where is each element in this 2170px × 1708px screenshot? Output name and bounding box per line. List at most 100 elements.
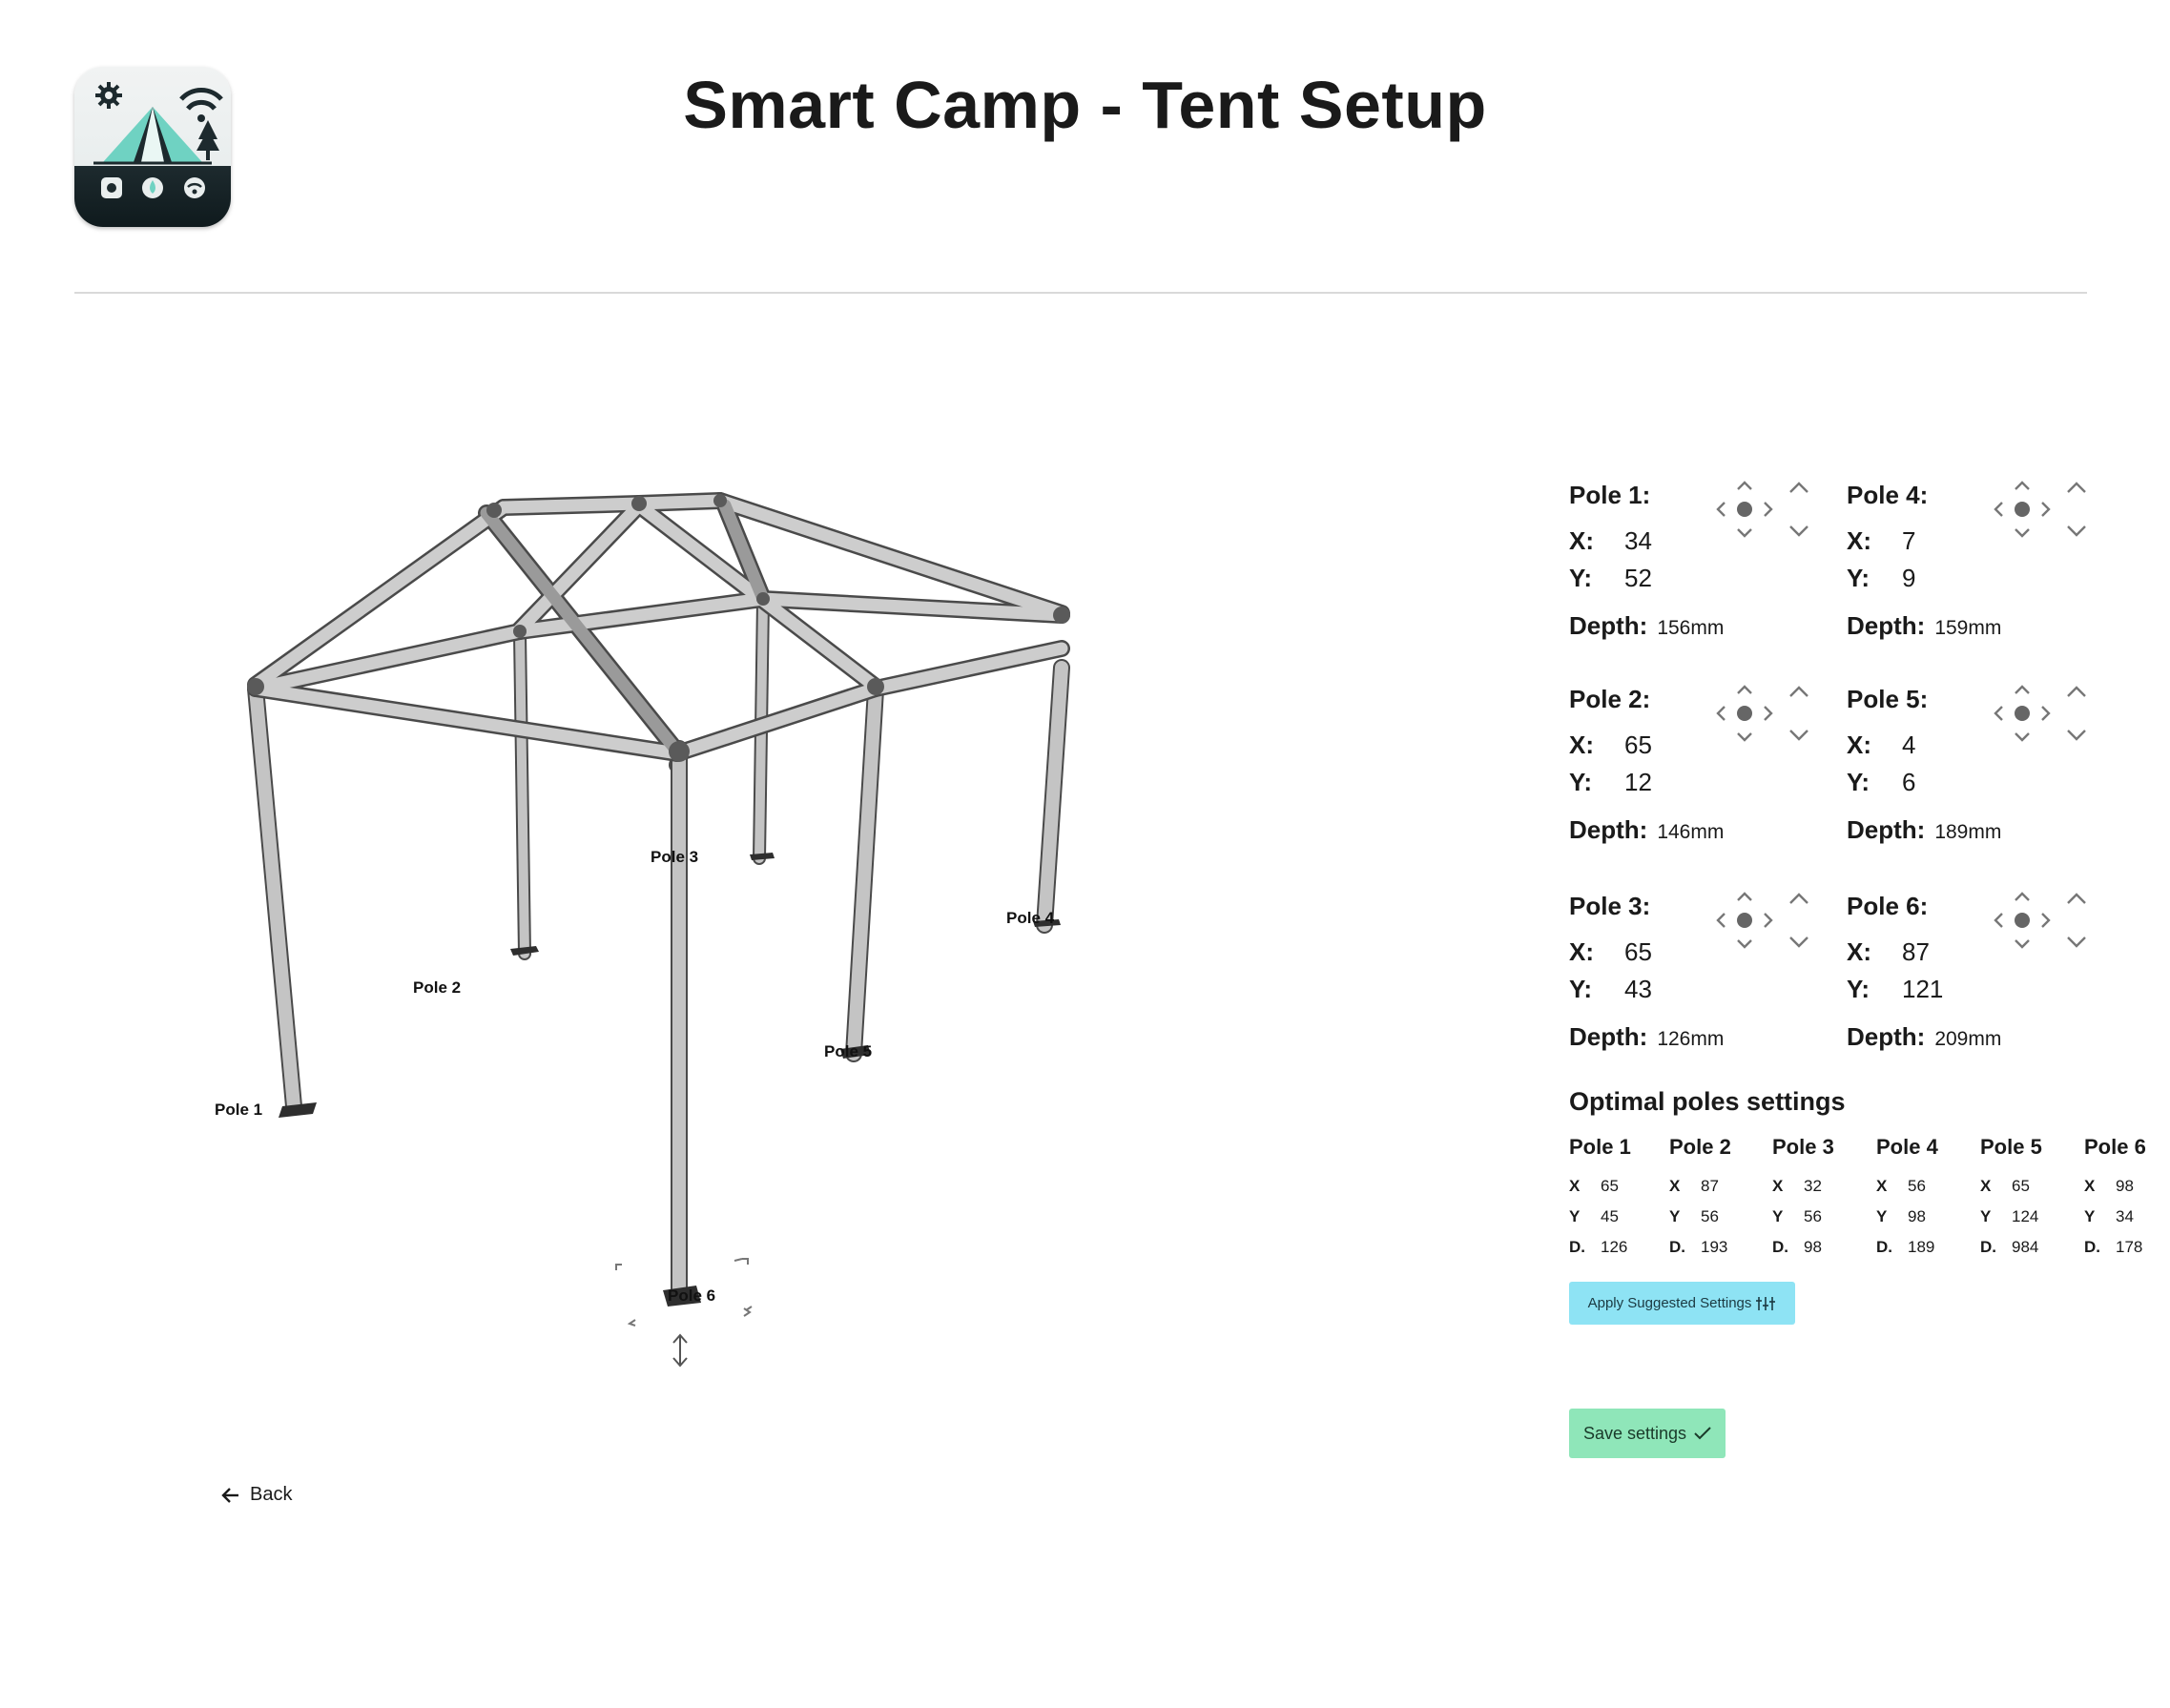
x-value: 7 [1902, 526, 1916, 555]
direction-pad-icon[interactable] [1710, 475, 1779, 544]
optimal-x-row: X 98 [2084, 1171, 2170, 1202]
save-label: Save settings [1582, 1423, 1687, 1443]
up-down-arrows-icon[interactable] [1781, 475, 1817, 544]
pole-depth-row: Depth: 156mm [1569, 611, 1724, 641]
optimal-x-label: X [1772, 1177, 1784, 1195]
y-label: Y: [1569, 768, 1593, 796]
optimal-pole-column: Pole 4 X 56 Y 98 D. 189 [1876, 1135, 1981, 1263]
depth-label: Depth: [1847, 611, 1926, 640]
optimal-x-row: X 32 [1772, 1171, 1877, 1202]
direction-pad-icon[interactable] [1710, 679, 1779, 748]
back-link[interactable]: Back [221, 1484, 292, 1506]
x-label: X: [1569, 526, 1594, 555]
save-settings-button[interactable]: Save settings [1569, 1409, 1726, 1458]
arrow-left-icon [221, 1487, 238, 1503]
optimal-x-label: X [1669, 1177, 1681, 1195]
up-down-arrows-icon[interactable] [2058, 886, 2095, 955]
pole-setting-card: Pole 2: X: 65 Y: 12 Depth: 146mm [1569, 685, 1836, 875]
tent-label-pole-2: Pole 2 [413, 978, 461, 997]
depth-label: Depth: [1569, 1022, 1648, 1051]
direction-pad-icon[interactable] [1988, 886, 2056, 955]
optimal-x-row: X 65 [1980, 1171, 2085, 1202]
pole-x-row: X: 65 [1569, 731, 1652, 760]
y-value: 43 [1624, 975, 1652, 1003]
tent-label-pole-3: Pole 3 [651, 848, 698, 866]
direction-pad-icon[interactable] [1710, 886, 1779, 955]
pole-depth-row: Depth: 159mm [1847, 611, 2001, 641]
optimal-y-row: Y 56 [1669, 1202, 1774, 1232]
pole-depth-row: Depth: 189mm [1847, 815, 2001, 845]
y-value: 9 [1902, 564, 1916, 592]
optimal-x-value: 56 [1908, 1177, 1926, 1195]
optimal-pole-name: Pole 5 [1980, 1135, 2042, 1159]
up-down-arrows-icon[interactable] [1781, 679, 1817, 748]
up-down-arrows-icon[interactable] [1781, 886, 1817, 955]
optimal-x-row: X 56 [1876, 1171, 1981, 1202]
optimal-d-value: 178 [2116, 1238, 2143, 1256]
optimal-x-label: X [1876, 1177, 1888, 1195]
pole-card-title: Pole 4: [1847, 481, 1929, 509]
optimal-x-value: 65 [1601, 1177, 1619, 1195]
optimal-pole-name: Pole 3 [1772, 1135, 1834, 1159]
back-label: Back [250, 1484, 293, 1505]
optimal-x-label: X [1980, 1177, 1992, 1195]
tent-label-pole-5: Pole 5 [824, 1042, 872, 1060]
optimal-pole-name: Pole 6 [2084, 1135, 2146, 1159]
optimal-y-value: 34 [2116, 1207, 2134, 1225]
pole-y-row: Y: 6 [1847, 768, 1915, 797]
optimal-y-value: 56 [1804, 1207, 1822, 1225]
pole-setting-card: Pole 1: X: 34 Y: 52 Depth: 156mm [1569, 481, 1836, 671]
optimal-d-row: D. 189 [1876, 1232, 1981, 1263]
pole-y-row: Y: 9 [1847, 564, 1915, 593]
pole-x-row: X: 4 [1847, 731, 1915, 760]
optimal-y-row: Y 124 [1980, 1202, 2085, 1232]
pole-y-row: Y: 12 [1569, 768, 1652, 797]
optimal-x-value: 65 [2012, 1177, 2030, 1195]
optimal-y-value: 45 [1601, 1207, 1619, 1225]
direction-pad-icon[interactable] [1988, 475, 2056, 544]
apply-suggested-settings-button[interactable]: Apply Suggested Settings [1569, 1282, 1795, 1325]
optimal-pole-column: Pole 1 X 65 Y 45 D. 126 [1569, 1135, 1674, 1263]
optimal-d-value: 984 [2012, 1238, 2039, 1256]
y-value: 12 [1624, 768, 1652, 796]
pole-x-row: X: 7 [1847, 526, 1915, 556]
optimal-y-label: Y [1669, 1207, 1681, 1225]
pole-setting-card: Pole 3: X: 65 Y: 43 Depth: 126mm [1569, 892, 1836, 1082]
depth-value: 156mm [1657, 617, 1725, 639]
optimal-pole-name: Pole 4 [1876, 1135, 1938, 1159]
pole-card-title: Pole 1: [1569, 481, 1651, 509]
optimal-x-row: X 87 [1669, 1171, 1774, 1202]
pole-x-row: X: 65 [1569, 937, 1652, 967]
pole-card-title: Pole 2: [1569, 685, 1651, 713]
y-label: Y: [1847, 975, 1870, 1003]
pole-y-row: Y: 52 [1569, 564, 1652, 593]
optimal-pole-column: Pole 2 X 87 Y 56 D. 193 [1669, 1135, 1774, 1263]
y-value: 6 [1902, 768, 1916, 796]
optimal-d-value: 189 [1908, 1238, 1935, 1256]
depth-label: Depth: [1847, 815, 1926, 844]
checkmark-icon [1694, 1427, 1711, 1440]
tent-frame-illustration: Pole 1 Pole 2 Pole 3 Pole 4 Pole 5 Pole … [215, 492, 1070, 1368]
pole-depth-row: Depth: 209mm [1847, 1022, 2001, 1052]
pole-card-title: Pole 5: [1847, 685, 1929, 713]
optimal-d-value: 98 [1804, 1238, 1822, 1256]
optimal-d-label: D. [1669, 1238, 1685, 1256]
depth-value: 209mm [1934, 1028, 2002, 1050]
page-title: Smart Camp - Tent Setup [683, 68, 1487, 142]
pole-depth-row: Depth: 146mm [1569, 815, 1724, 845]
x-value: 87 [1902, 937, 1930, 966]
optimal-x-row: X 65 [1569, 1171, 1674, 1202]
optimal-d-row: D. 98 [1772, 1232, 1877, 1263]
header-divider [74, 292, 2087, 294]
up-down-arrows-icon[interactable] [2058, 679, 2095, 748]
sliders-icon [1756, 1296, 1776, 1310]
optimal-x-label: X [1569, 1177, 1581, 1195]
x-value: 65 [1624, 937, 1652, 966]
depth-label: Depth: [1569, 815, 1648, 844]
pole-card-title: Pole 6: [1847, 892, 1929, 920]
direction-pad-icon[interactable] [1988, 679, 2056, 748]
x-label: X: [1847, 937, 1871, 966]
optimal-y-row: Y 98 [1876, 1202, 1981, 1232]
optimal-d-value: 193 [1701, 1238, 1728, 1256]
up-down-arrows-icon[interactable] [2058, 475, 2095, 544]
